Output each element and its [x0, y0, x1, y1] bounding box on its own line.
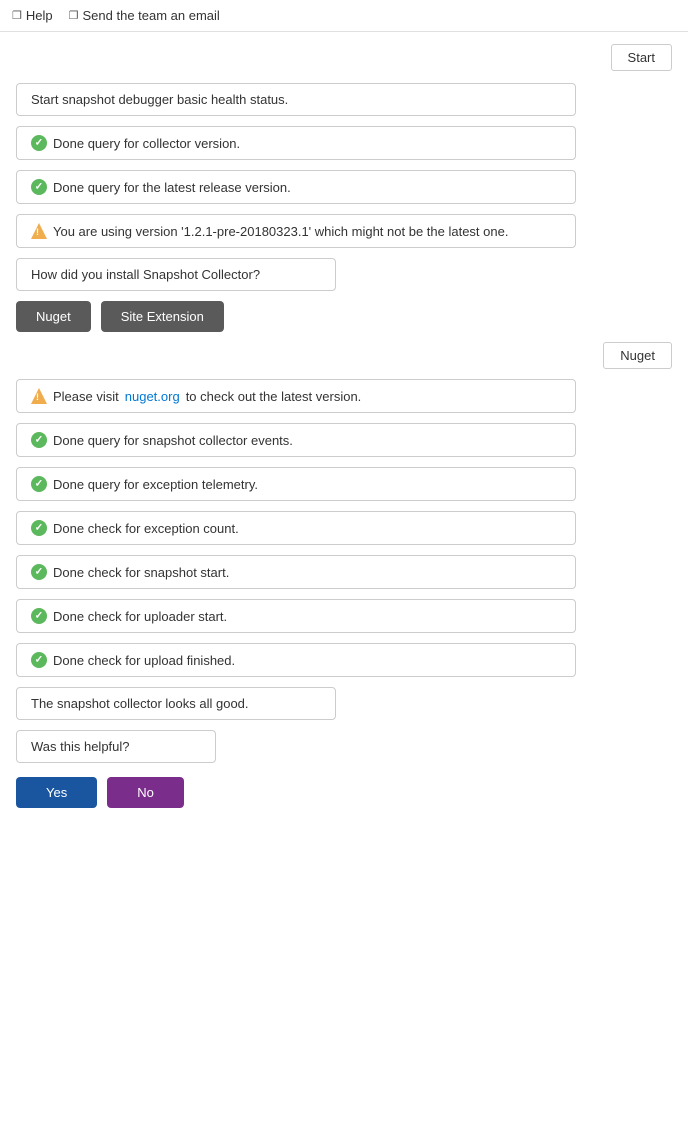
snapshot-start-message: Done check for snapshot start. [16, 555, 576, 589]
exception-telemetry-text: Done query for exception telemetry. [53, 477, 258, 492]
check-icon-exception-telemetry [31, 476, 47, 492]
latest-release-message: Done query for the latest release versio… [16, 170, 576, 204]
nuget-visit-text-before: Please visit [53, 389, 119, 404]
no-button[interactable]: No [107, 777, 184, 808]
snapshot-start-text: Done check for snapshot start. [53, 565, 229, 580]
upload-finished-message: Done check for upload finished. [16, 643, 576, 677]
warn-icon-version [31, 223, 47, 239]
check-icon-snapshot-events [31, 432, 47, 448]
version-warning-text: You are using version '1.2.1-pre-2018032… [53, 224, 508, 239]
site-extension-button[interactable]: Site Extension [101, 301, 224, 332]
yes-button[interactable]: Yes [16, 777, 97, 808]
collector-version-message: Done query for collector version. [16, 126, 576, 160]
install-buttons-row: Nuget Site Extension [16, 301, 672, 332]
snapshot-events-message: Done query for snapshot collector events… [16, 423, 576, 457]
check-icon-upload-finished [31, 652, 47, 668]
external-link-icon: ❐ [12, 9, 22, 22]
check-icon-collector [31, 135, 47, 151]
helpful-text: Was this helpful? [31, 739, 130, 754]
email-label: Send the team an email [83, 8, 220, 23]
check-icon-uploader-start [31, 608, 47, 624]
check-icon-snapshot-start [31, 564, 47, 580]
feedback-buttons-row: Yes No [16, 777, 672, 808]
uploader-start-message: Done check for uploader start. [16, 599, 576, 633]
help-label: Help [26, 8, 53, 23]
start-message-text: Start snapshot debugger basic health sta… [31, 92, 288, 107]
warn-icon-nuget [31, 388, 47, 404]
exception-telemetry-message: Done query for exception telemetry. [16, 467, 576, 501]
nuget-response-button[interactable]: Nuget [603, 342, 672, 369]
nuget-org-link[interactable]: nuget.org [125, 389, 180, 404]
main-content: Start Start snapshot debugger basic heal… [0, 32, 688, 820]
check-icon-release [31, 179, 47, 195]
start-message: Start snapshot debugger basic health sta… [16, 83, 576, 116]
upload-finished-text: Done check for upload finished. [53, 653, 235, 668]
email-link[interactable]: ❐ Send the team an email [69, 8, 220, 23]
check-icon-exception-count [31, 520, 47, 536]
external-link-icon-2: ❐ [69, 9, 79, 22]
nuget-response-row: Nuget [16, 342, 672, 369]
nuget-visit-text-after: to check out the latest version. [186, 389, 362, 404]
uploader-start-text: Done check for uploader start. [53, 609, 227, 624]
install-question-box: How did you install Snapshot Collector? [16, 258, 336, 291]
version-warning-message: You are using version '1.2.1-pre-2018032… [16, 214, 576, 248]
install-question-text: How did you install Snapshot Collector? [31, 267, 260, 282]
helpful-box: Was this helpful? [16, 730, 216, 763]
latest-release-text: Done query for the latest release versio… [53, 180, 291, 195]
exception-count-text: Done check for exception count. [53, 521, 239, 536]
start-button[interactable]: Start [611, 44, 672, 71]
top-bar: ❐ Help ❐ Send the team an email [0, 0, 688, 32]
start-button-row: Start [16, 44, 672, 71]
nuget-button[interactable]: Nuget [16, 301, 91, 332]
collector-version-text: Done query for collector version. [53, 136, 240, 151]
snapshot-events-text: Done query for snapshot collector events… [53, 433, 293, 448]
help-link[interactable]: ❐ Help [12, 8, 53, 23]
all-good-text: The snapshot collector looks all good. [31, 696, 249, 711]
all-good-message: The snapshot collector looks all good. [16, 687, 336, 720]
exception-count-message: Done check for exception count. [16, 511, 576, 545]
nuget-visit-message: Please visit nuget.org to check out the … [16, 379, 576, 413]
